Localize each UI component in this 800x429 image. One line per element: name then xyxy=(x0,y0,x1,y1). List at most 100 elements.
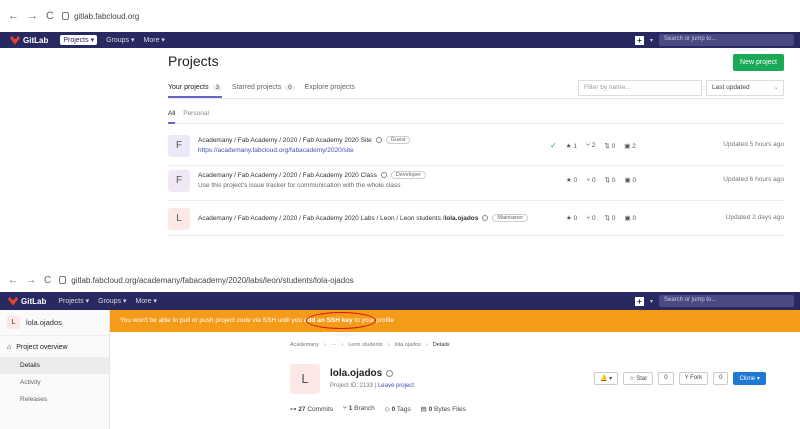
subtab-personal[interactable]: Personal xyxy=(183,108,209,123)
gitlab-logo[interactable]: GitLab xyxy=(8,296,47,306)
merge-requests-count[interactable]: ⇅ 0 xyxy=(605,214,616,222)
nav-groups[interactable]: Groups ▾ xyxy=(106,36,134,44)
stars-value: 0 xyxy=(573,215,578,222)
project-row[interactable]: F Academany / Fab Academy / 2020 / Fab A… xyxy=(168,132,784,166)
pipeline-success-icon[interactable]: ✓ xyxy=(550,141,557,150)
commits-label: Commits xyxy=(307,406,333,413)
stars-value: 0 xyxy=(573,177,578,184)
stars-count[interactable]: ★ 0 xyxy=(566,176,577,184)
forward-button[interactable]: → xyxy=(27,10,38,22)
nav-projects[interactable]: Projects ▾ xyxy=(58,297,89,305)
project-row[interactable]: F Academany / Fab Academy / 2020 / Fab A… xyxy=(168,167,784,201)
tanuki-icon xyxy=(10,35,20,45)
issues-count[interactable]: ▣ 2 xyxy=(624,142,636,150)
clone-button[interactable]: Clone ▾ xyxy=(733,372,766,385)
search-input[interactable]: Search or jump to... xyxy=(659,295,794,307)
nav-projects[interactable]: Projects ▾ xyxy=(60,35,98,45)
issues-count[interactable]: ▣ 0 xyxy=(625,214,637,222)
project-row[interactable]: L Academany / Fab Academy / 2020 / Fab A… xyxy=(168,202,784,236)
tab-label: Starred projects xyxy=(231,84,282,91)
stars-count[interactable]: ★ 0 xyxy=(566,214,577,222)
project-avatar: F xyxy=(168,170,190,192)
address-bar[interactable]: gitlab.fabcloud.org xyxy=(61,6,788,26)
chevron-down-icon: ▾ xyxy=(649,37,653,44)
fork-count[interactable]: 0 xyxy=(713,372,729,385)
breadcrumb-item[interactable]: lola.ojados xyxy=(395,342,421,348)
back-button[interactable]: ← xyxy=(8,275,18,286)
tab-explore-projects[interactable]: Explore projects xyxy=(305,81,355,98)
logo-text: GitLab xyxy=(21,296,47,306)
nav-more[interactable]: More ▾ xyxy=(136,297,157,305)
subtab-all[interactable]: All xyxy=(168,108,176,124)
globe-icon xyxy=(375,137,382,143)
gitlab-logo[interactable]: GitLab xyxy=(10,35,48,45)
forward-button[interactable]: → xyxy=(26,275,36,286)
projects-screenshot: ← → C gitlab.fabcloud.org GitLab Project… xyxy=(0,0,800,262)
files-num: 0 xyxy=(428,406,433,413)
files-label: Bytes Files xyxy=(434,406,466,413)
merge-requests-count[interactable]: ⇅ 0 xyxy=(605,176,616,184)
issues-count[interactable]: ▣ 0 xyxy=(625,176,637,184)
gitlab-navbar: GitLab Projects ▾ Groups ▾ More ▾ + ▾ Se… xyxy=(0,32,800,48)
sidebar-item-details[interactable]: Details xyxy=(0,357,109,374)
project-name[interactable]: Academany / Fab Academy / 2020 / Fab Aca… xyxy=(198,214,529,222)
star-count[interactable]: 0 xyxy=(658,372,674,385)
reload-button[interactable]: C xyxy=(44,275,51,286)
project-title-text: lola.ojados xyxy=(330,368,383,379)
sidebar-project-name: lola.ojados xyxy=(26,318,62,327)
tab-starred-projects[interactable]: Starred projects 0 xyxy=(232,81,295,98)
leave-project-link[interactable]: Leave project xyxy=(378,383,414,389)
breadcrumb-item[interactable]: Leon students xyxy=(348,342,383,348)
forks-count[interactable]: ⑂ 0 xyxy=(586,215,595,222)
gitlab-navbar: GitLab Projects ▾ Groups ▾ More ▾ + ▾ Se… xyxy=(0,292,800,310)
new-dropdown-button[interactable]: + xyxy=(634,35,644,45)
project-name[interactable]: Academany / Fab Academy / 2020 / Fab Aca… xyxy=(198,136,411,144)
merge-requests-count[interactable]: ⇅ 0 xyxy=(604,142,615,150)
issues-value: 0 xyxy=(632,215,637,222)
forks-count[interactable]: ⑂ 0 xyxy=(586,177,595,184)
reload-button[interactable]: C xyxy=(46,10,54,22)
stars-count[interactable]: ★ 1 xyxy=(566,142,577,150)
tags-link[interactable]: ◇ 0 Tags xyxy=(385,405,411,413)
files-link[interactable]: ▤ 0 Bytes Files xyxy=(421,405,466,413)
lock-icon xyxy=(59,276,67,284)
sidebar-project[interactable]: L lola.ojados xyxy=(0,310,109,336)
project-avatar: F xyxy=(168,135,190,157)
branches-link[interactable]: ⑂ 1 Branch xyxy=(343,405,375,413)
breadcrumb-sep: › xyxy=(387,342,390,348)
back-button[interactable]: ← xyxy=(8,10,19,22)
breadcrumb-expand[interactable]: ··· xyxy=(331,342,337,348)
count-badge: 3 xyxy=(212,85,222,91)
breadcrumb: Academany › ··· › Leon students › lola.ojad… xyxy=(290,342,450,348)
browser-toolbar: ← → C gitlab.fabcloud.org xyxy=(0,0,800,32)
sidebar-item-releases[interactable]: Releases xyxy=(0,391,109,408)
search-input[interactable]: Search or jump to... xyxy=(659,34,794,46)
project-description-link[interactable]: https://academany.fabcloud.org/fabacadem… xyxy=(198,147,354,154)
project-actions: 🔔 ▾ ☆ Star 0 Y Fork 0 Clone ▾ xyxy=(594,372,766,385)
project-name[interactable]: Academany / Fab Academy / 2020 / Fab Aca… xyxy=(198,171,426,179)
filter-input[interactable]: Filter by name... xyxy=(578,80,702,96)
project-avatar: L xyxy=(7,316,20,329)
role-badge: Developer xyxy=(390,171,426,179)
notification-button[interactable]: 🔔 ▾ xyxy=(594,372,619,385)
sort-dropdown[interactable]: Last updated ⌄ xyxy=(706,80,784,96)
project-stats: ★ 0 ⑂ 0 ⇅ 0 ▣ 0 xyxy=(566,214,637,223)
file-icon: ▤ xyxy=(420,406,427,413)
sidebar-item-project-overview[interactable]: ⌂ Project overview xyxy=(0,336,109,357)
annotation-circle xyxy=(306,312,376,329)
url-text: gitlab.fabcloud.org/academany/fabacademy… xyxy=(71,275,354,285)
sidebar-item-activity[interactable]: Activity xyxy=(0,374,109,391)
fork-button[interactable]: Y Fork xyxy=(678,372,709,385)
new-dropdown-button[interactable]: + xyxy=(634,296,644,306)
tab-your-projects[interactable]: Your projects 3 xyxy=(168,81,222,98)
forks-count[interactable]: ⑂ 2 xyxy=(586,142,595,149)
commits-link[interactable]: ⊶ 27 Commits xyxy=(290,405,333,413)
star-button[interactable]: ☆ Star xyxy=(623,372,654,385)
stars-value: 1 xyxy=(573,142,577,150)
nav-more[interactable]: More ▾ xyxy=(144,36,165,44)
address-bar[interactable]: gitlab.fabcloud.org/academany/fabacademy… xyxy=(59,270,788,290)
chevron-down-icon: ▾ xyxy=(649,298,653,305)
breadcrumb-item[interactable]: Academany xyxy=(290,342,319,348)
new-project-button[interactable]: New project xyxy=(733,54,784,71)
nav-groups[interactable]: Groups ▾ xyxy=(98,297,126,305)
